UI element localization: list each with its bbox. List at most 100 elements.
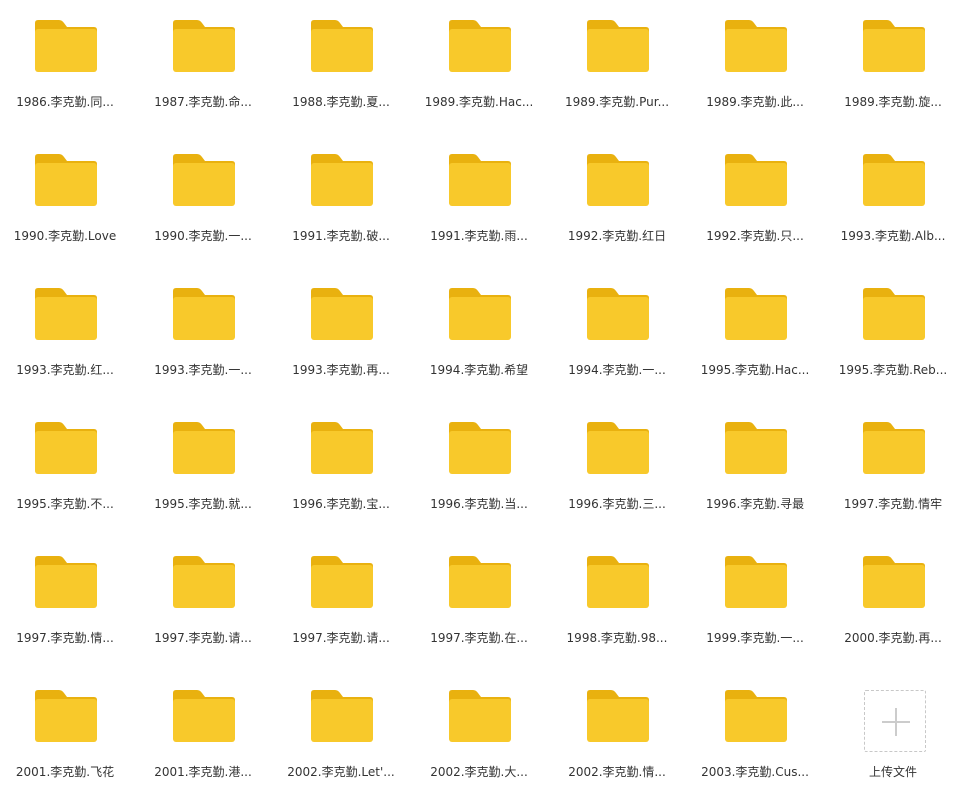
upload-box[interactable] [864, 690, 926, 752]
folder-item[interactable]: 1993.李克勤.再... [281, 268, 401, 388]
folder-item[interactable]: 1989.李克勤.此... [695, 0, 815, 120]
folder-item[interactable]: 1994.李克勤.希望 [419, 268, 539, 388]
folder-label: 1995.李克勤.Reb... [838, 363, 948, 377]
folder-icon [311, 288, 373, 340]
folder-item[interactable]: 1997.李克勤.请... [143, 536, 263, 656]
folder-item[interactable]: 1990.李克勤.一... [143, 134, 263, 254]
folder-item[interactable]: 1998.李克勤.98... [557, 536, 677, 656]
folder-label: 1990.李克勤.一... [154, 229, 252, 243]
folder-label: 1992.李克勤.红日 [567, 229, 667, 243]
folder-item[interactable]: 2000.李克勤.再... [833, 536, 953, 656]
folder-icon [725, 154, 787, 206]
folder-item[interactable]: 1990.李克勤.Love [5, 134, 125, 254]
folder-icon [449, 154, 511, 206]
folder-item[interactable]: 1996.李克勤.宝... [281, 402, 401, 522]
folder-icon [173, 20, 235, 72]
folder-label: 1997.李克勤.请... [154, 631, 252, 645]
folder-item[interactable]: 1997.李克勤.情... [5, 536, 125, 656]
folder-label: 2002.李克勤.情... [568, 765, 666, 779]
folder-item[interactable]: 1996.李克勤.三... [557, 402, 677, 522]
folder-label: 1988.李克勤.夏... [292, 95, 390, 109]
folder-item[interactable]: 1988.李克勤.夏... [281, 0, 401, 120]
folder-icon [587, 690, 649, 742]
folder-item[interactable]: 2001.李克勤.港... [143, 670, 263, 787]
folder-icon [863, 422, 925, 474]
folder-item[interactable]: 1992.李克勤.红日 [557, 134, 677, 254]
folder-item[interactable]: 1986.李克勤.同... [5, 0, 125, 120]
folder-icon [311, 154, 373, 206]
folder-item[interactable]: 1991.李克勤.雨... [419, 134, 539, 254]
folder-label: 1987.李克勤.命... [154, 95, 252, 109]
folder-label: 1991.李克勤.雨... [430, 229, 528, 243]
folder-icon [725, 288, 787, 340]
folder-label: 1996.李克勤.三... [568, 497, 666, 511]
folder-icon [725, 556, 787, 608]
folder-label: 1995.李克勤.Hac... [700, 363, 810, 377]
folder-label: 1992.李克勤.只... [706, 229, 804, 243]
folder-item[interactable]: 1989.李克勤.旋... [833, 0, 953, 120]
plus-icon [882, 708, 910, 736]
folder-icon [725, 690, 787, 742]
folder-item[interactable]: 2002.李克勤.Let'... [281, 670, 401, 787]
folder-label: 2002.李克勤.Let'... [287, 765, 395, 779]
folder-label: 1995.李克勤.就... [154, 497, 252, 511]
folder-icon [173, 154, 235, 206]
folder-item[interactable]: 1989.李克勤.Hac... [419, 0, 539, 120]
folder-label: 1994.李克勤.一... [568, 363, 666, 377]
folder-label: 1995.李克勤.不... [16, 497, 114, 511]
folder-item[interactable]: 1995.李克勤.Reb... [833, 268, 953, 388]
folder-label: 1997.李克勤.情牢 [843, 497, 943, 511]
folder-label: 1989.李克勤.Hac... [424, 95, 534, 109]
folder-item[interactable]: 1993.李克勤.红... [5, 268, 125, 388]
folder-icon [173, 422, 235, 474]
folder-item[interactable]: 1989.李克勤.Pur... [557, 0, 677, 120]
folder-item[interactable]: 1993.李克勤.Alb... [833, 134, 953, 254]
folder-icon [725, 20, 787, 72]
folder-item[interactable]: 1987.李克勤.命... [143, 0, 263, 120]
folder-item[interactable]: 1991.李克勤.破... [281, 134, 401, 254]
folder-item[interactable]: 1994.李克勤.一... [557, 268, 677, 388]
folder-label: 1993.李克勤.红... [16, 363, 114, 377]
folder-icon [863, 20, 925, 72]
folder-icon [35, 288, 97, 340]
folder-item[interactable]: 1995.李克勤.就... [143, 402, 263, 522]
folder-icon [35, 20, 97, 72]
folder-item[interactable]: 1993.李克勤.一... [143, 268, 263, 388]
folder-item[interactable]: 1992.李克勤.只... [695, 134, 815, 254]
folder-label: 1996.李克勤.宝... [292, 497, 390, 511]
folder-item[interactable]: 1996.李克勤.当... [419, 402, 539, 522]
folder-label: 1998.李克勤.98... [566, 631, 668, 645]
folder-icon [311, 556, 373, 608]
folder-item[interactable]: 1999.李克勤.一... [695, 536, 815, 656]
folder-label: 1989.李克勤.此... [706, 95, 804, 109]
folder-icon [449, 20, 511, 72]
folder-icon [863, 154, 925, 206]
folder-item[interactable]: 2002.李克勤.情... [557, 670, 677, 787]
folder-icon [449, 690, 511, 742]
folder-item[interactable]: 1997.李克勤.在... [419, 536, 539, 656]
folder-item[interactable]: 2002.李克勤.大... [419, 670, 539, 787]
folder-label: 2002.李克勤.大... [430, 765, 528, 779]
folder-label: 1989.李克勤.旋... [844, 95, 942, 109]
folder-icon [587, 556, 649, 608]
folder-icon [449, 422, 511, 474]
folder-item[interactable]: 1995.李克勤.Hac... [695, 268, 815, 388]
folder-item[interactable]: 1995.李克勤.不... [5, 402, 125, 522]
folder-label: 1991.李克勤.破... [292, 229, 390, 243]
folder-label: 1997.李克勤.在... [430, 631, 528, 645]
folder-icon [173, 690, 235, 742]
folder-label: 1989.李克勤.Pur... [564, 95, 670, 109]
folder-label: 2000.李克勤.再... [844, 631, 942, 645]
upload-file-button[interactable]: 上传文件 [833, 670, 953, 787]
folder-item[interactable]: 2003.李克勤.Cus... [695, 670, 815, 787]
folder-label: 1993.李克勤.Alb... [840, 229, 946, 243]
folder-icon [35, 690, 97, 742]
folder-item[interactable]: 1996.李克勤.寻最 [695, 402, 815, 522]
folder-label: 1996.李克勤.寻最 [705, 497, 805, 511]
folder-item[interactable]: 1997.李克勤.请... [281, 536, 401, 656]
folder-label: 1997.李克勤.请... [292, 631, 390, 645]
folder-item[interactable]: 1997.李克勤.情牢 [833, 402, 953, 522]
folder-icon [863, 288, 925, 340]
folder-item[interactable]: 2001.李克勤.飞花 [5, 670, 125, 787]
folder-icon [587, 288, 649, 340]
